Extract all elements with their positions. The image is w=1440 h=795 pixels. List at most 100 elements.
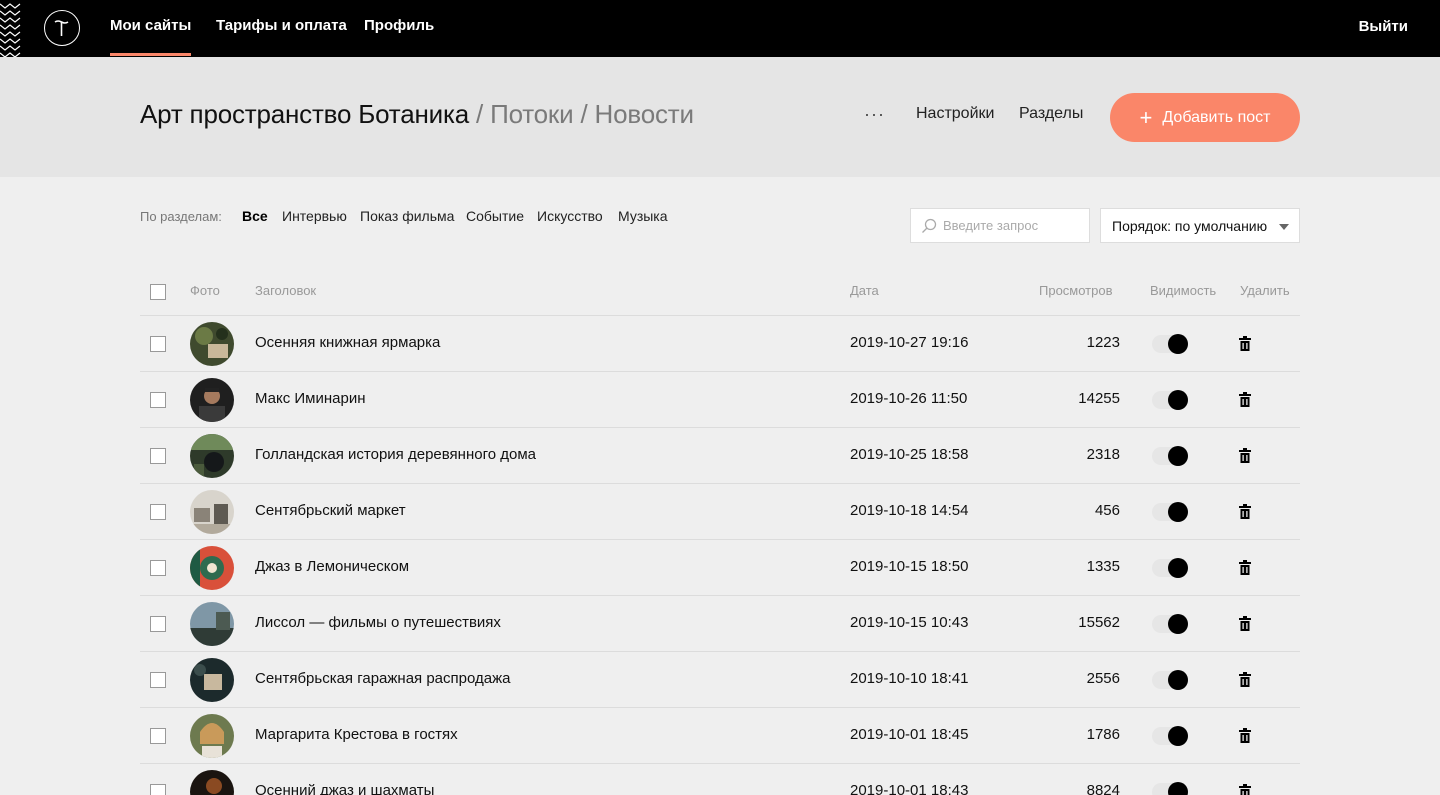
table-row: Сентябрьская гаражная распродажа 2019-10… [140, 651, 1300, 707]
breadcrumb-project[interactable]: Арт пространство Ботаника [140, 99, 469, 129]
tilda-logo-icon[interactable] [44, 10, 80, 46]
breadcrumb-page: Новости [594, 99, 694, 129]
row-checkbox[interactable] [150, 448, 166, 464]
toggle-knob [1168, 446, 1188, 466]
post-date: 2019-10-01 18:45 [850, 726, 969, 743]
toggle-knob [1168, 502, 1188, 522]
filter-category-interview[interactable]: Интервью [282, 208, 347, 224]
nav-tariffs[interactable]: Тарифы и оплата [216, 17, 347, 34]
search-icon [922, 218, 937, 233]
post-thumbnail [190, 378, 234, 422]
chevron-down-icon [1279, 224, 1289, 230]
trash-icon[interactable] [1239, 336, 1251, 351]
search-box [910, 208, 1090, 243]
filter-category-all[interactable]: Все [242, 208, 268, 224]
post-title[interactable]: Джаз в Лемоническом [255, 558, 409, 575]
post-title[interactable]: Лиссол — фильмы о путешествиях [255, 614, 501, 631]
post-title[interactable]: Маргарита Крестова в гостях [255, 726, 458, 743]
row-checkbox[interactable] [150, 392, 166, 408]
visibility-toggle[interactable] [1152, 782, 1188, 795]
breadcrumb-separator: / [580, 99, 588, 129]
trash-icon[interactable] [1239, 672, 1251, 687]
filter-category-event[interactable]: Событие [466, 208, 524, 224]
table-row: Осенний джаз и шахматы 2019-10-01 18:43 … [140, 763, 1300, 795]
post-thumbnail [190, 490, 234, 534]
visibility-toggle[interactable] [1152, 502, 1188, 522]
post-title[interactable]: Макс Иминарин [255, 390, 366, 407]
post-views: 8824 [1086, 782, 1120, 795]
column-header-visibility: Видимость [1150, 283, 1217, 298]
post-title[interactable]: Осенний джаз и шахматы [255, 782, 434, 795]
sort-order-select[interactable]: Порядок: по умолчанию [1100, 208, 1300, 243]
post-views: 14255 [1078, 390, 1120, 407]
post-date: 2019-10-18 14:54 [850, 502, 969, 519]
row-checkbox[interactable] [150, 616, 166, 632]
post-title[interactable]: Осенняя книжная ярмарка [255, 334, 440, 351]
row-checkbox[interactable] [150, 784, 166, 795]
row-checkbox[interactable] [150, 336, 166, 352]
trash-icon[interactable] [1239, 728, 1251, 743]
post-thumbnail [190, 714, 234, 758]
toggle-knob [1168, 670, 1188, 690]
filter-category-art[interactable]: Искусство [537, 208, 603, 224]
post-views: 1223 [1086, 334, 1120, 351]
visibility-toggle[interactable] [1152, 726, 1188, 746]
visibility-toggle[interactable] [1152, 334, 1188, 354]
trash-icon[interactable] [1239, 392, 1251, 407]
post-thumbnail [190, 770, 234, 795]
row-checkbox[interactable] [150, 560, 166, 576]
post-title[interactable]: Сентябрьский маркет [255, 502, 406, 519]
row-checkbox[interactable] [150, 672, 166, 688]
visibility-toggle[interactable] [1152, 390, 1188, 410]
breadcrumb-stream[interactable]: Потоки [490, 99, 574, 129]
column-header-date: Дата [850, 283, 879, 298]
logout-link[interactable]: Выйти [1359, 18, 1408, 35]
visibility-toggle[interactable] [1152, 558, 1188, 578]
column-header-delete: Удалить [1240, 283, 1290, 298]
plus-icon: + [1139, 104, 1153, 130]
toggle-knob [1168, 782, 1188, 795]
row-checkbox[interactable] [150, 504, 166, 520]
trash-icon[interactable] [1239, 560, 1251, 575]
table-row: Маргарита Крестова в гостях 2019-10-01 1… [140, 707, 1300, 763]
row-checkbox[interactable] [150, 728, 166, 744]
add-post-label: Добавить пост [1162, 108, 1271, 126]
breadcrumb-separator: / [476, 99, 484, 129]
post-title[interactable]: Сентябрьская гаражная распродажа [255, 670, 510, 687]
column-header-title: Заголовок [255, 283, 317, 298]
post-title[interactable]: Голландская история деревянного дома [255, 446, 536, 463]
visibility-toggle[interactable] [1152, 614, 1188, 634]
more-options-button[interactable]: ··· [864, 104, 885, 125]
post-date: 2019-10-15 10:43 [850, 614, 969, 631]
toggle-knob [1168, 390, 1188, 410]
trash-icon[interactable] [1239, 448, 1251, 463]
post-date: 2019-10-27 19:16 [850, 334, 969, 351]
settings-link[interactable]: Настройки [916, 105, 994, 123]
nav-profile[interactable]: Профиль [364, 17, 434, 34]
trash-icon[interactable] [1239, 616, 1251, 631]
trash-icon[interactable] [1239, 784, 1251, 795]
post-thumbnail [190, 546, 234, 590]
trash-icon[interactable] [1239, 504, 1251, 519]
table-row: Голландская история деревянного дома 201… [140, 427, 1300, 483]
sections-link[interactable]: Разделы [1019, 105, 1083, 123]
post-date: 2019-10-10 18:41 [850, 670, 969, 687]
search-input[interactable] [943, 209, 1083, 242]
filter-category-music[interactable]: Музыка [618, 208, 668, 224]
visibility-toggle[interactable] [1152, 670, 1188, 690]
post-thumbnail [190, 322, 234, 366]
nav-my-sites[interactable]: Мои сайты [110, 17, 192, 56]
column-header-photo: Фото [190, 283, 220, 298]
toggle-knob [1168, 614, 1188, 634]
add-post-button[interactable]: + Добавить пост [1110, 93, 1300, 142]
table-row: Сентябрьский маркет 2019-10-18 14:54 456 [140, 483, 1300, 539]
table-row: Макс Иминарин 2019-10-26 11:50 14255 [140, 371, 1300, 427]
post-views: 2318 [1086, 446, 1120, 463]
visibility-toggle[interactable] [1152, 446, 1188, 466]
post-thumbnail [190, 658, 234, 702]
post-views: 1786 [1086, 726, 1120, 743]
filter-label: По разделам: [140, 209, 222, 224]
posts-table: Осенняя книжная ярмарка 2019-10-27 19:16… [140, 315, 1300, 795]
filter-category-film[interactable]: Показ фильма [360, 208, 454, 224]
select-all-checkbox[interactable] [150, 284, 166, 300]
